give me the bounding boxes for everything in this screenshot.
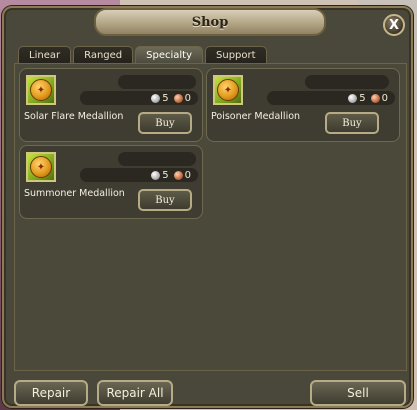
close-button[interactable]: X [383,14,405,36]
item-name: Summoner Medallion [24,188,125,199]
tab-specialty[interactable]: Specialty [135,46,204,63]
item-name: Solar Flare Medallion [24,111,124,122]
medal-glyph: ✦ [30,156,52,178]
name-bar [118,75,196,89]
copper-coin-icon [370,93,380,103]
buy-button[interactable]: Buy [138,112,192,134]
item-card[interactable]: ✦ 5 0 Poisoner Medallion Buy [206,68,400,142]
copper-coin-icon [173,93,183,103]
price-display: 5 0 [267,91,395,105]
repair-all-button[interactable]: Repair All [97,380,173,406]
item-card[interactable]: ✦ 5 0 Summoner Medallion Buy [19,145,203,219]
silver-price: 5 [162,169,169,181]
silver-coin-icon [348,93,358,103]
copper-price: 0 [381,92,388,104]
repair-button[interactable]: Repair [14,380,88,406]
silver-price: 5 [359,92,366,104]
tab-label: Specialty [146,49,193,61]
medallion-icon[interactable]: ✦ [213,75,243,105]
price-display: 5 0 [80,91,198,105]
silver-price: 5 [162,92,169,104]
copper-price: 0 [184,169,191,181]
item-name: Poisoner Medallion [211,111,301,122]
item-card[interactable]: ✦ 5 0 Solar Flare Medallion Buy [19,68,203,142]
medallion-icon[interactable]: ✦ [26,75,56,105]
medal-glyph: ✦ [30,79,52,101]
tab-linear[interactable]: Linear [18,46,72,63]
name-bar [305,75,389,89]
window-title: Shop [191,14,229,30]
item-grid: ✦ 5 0 Solar Flare Medallion Buy ✦ 5 0 Po… [14,63,407,371]
name-bar [118,152,196,166]
copper-price: 0 [184,92,191,104]
title-bar[interactable]: Shop [94,8,326,36]
close-icon: X [388,17,400,33]
tab-label: Ranged [84,49,123,61]
buy-button[interactable]: Buy [138,189,192,211]
tab-label: Support [216,49,256,61]
silver-coin-icon [151,93,161,103]
medal-glyph: ✦ [217,79,239,101]
price-display: 5 0 [80,168,198,182]
shop-window: Shop X Linear Ranged Specialty Support ✦… [2,6,413,408]
sell-button[interactable]: Sell [310,380,406,406]
buy-button[interactable]: Buy [325,112,379,134]
tab-bar: Linear Ranged Specialty Support [18,46,267,64]
tab-ranged[interactable]: Ranged [73,46,134,63]
silver-coin-icon [151,170,161,180]
medallion-icon[interactable]: ✦ [26,152,56,182]
copper-coin-icon [173,170,183,180]
tab-support[interactable]: Support [205,46,267,63]
tab-label: Linear [29,49,61,61]
